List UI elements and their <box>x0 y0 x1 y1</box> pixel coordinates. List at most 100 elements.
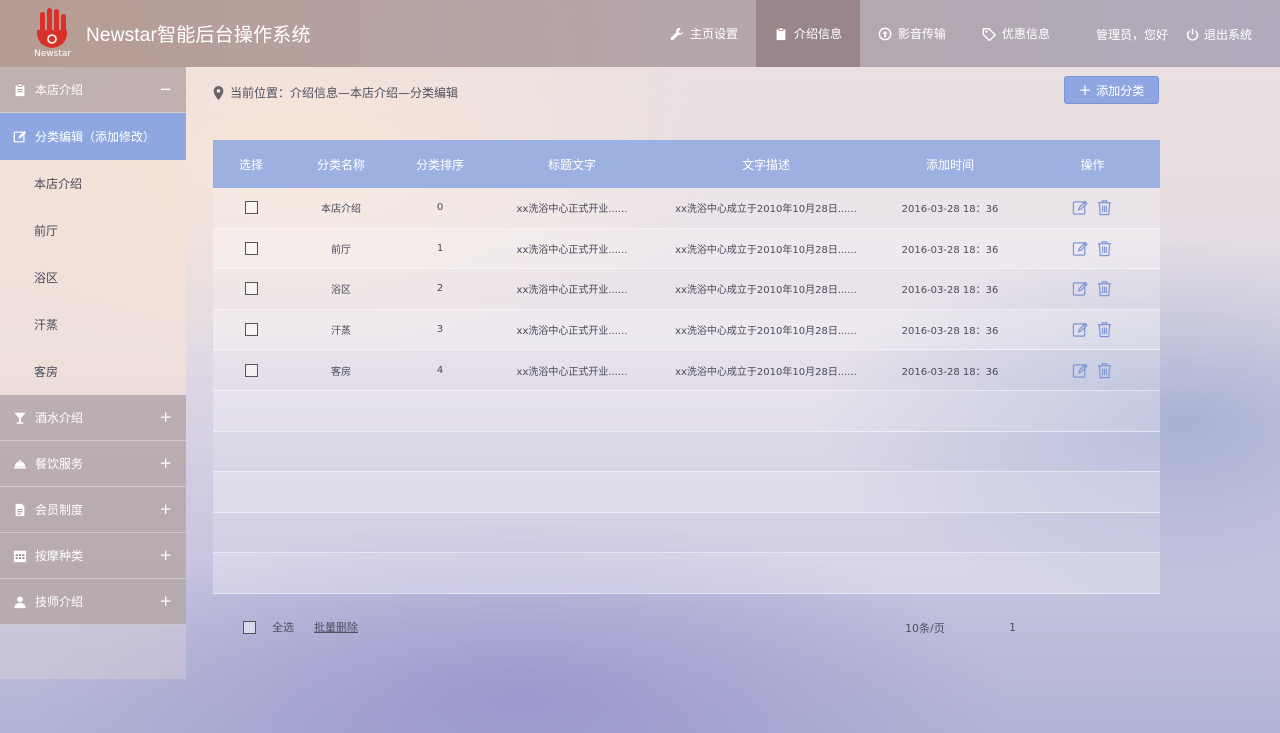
tag-icon <box>982 27 997 41</box>
column-header: 添加时间 <box>925 157 974 172</box>
table-empty-rows <box>213 390 1160 594</box>
trash-icon[interactable] <box>1096 240 1113 257</box>
row-checkbox[interactable] <box>244 241 258 255</box>
sidebar: 本店介绍 − 分类编辑（添加修改） 本店介绍 前厅 浴区 汗蒸 客房 酒水介绍 … <box>0 67 186 679</box>
created-time: 2016-03-28 18：36 <box>901 285 999 297</box>
sidebar-group-label: 会员制度 <box>35 503 84 517</box>
add-category-button[interactable]: + 添加分类 <box>1064 76 1159 104</box>
sidebar-item-bath-area[interactable]: 浴区 <box>0 254 186 301</box>
empty-row <box>213 512 1160 554</box>
category-order: 4 <box>436 364 444 376</box>
page-number[interactable]: 1 <box>1009 621 1016 634</box>
logo-text: Newstar <box>34 49 72 59</box>
category-name: 前厅 <box>331 244 351 256</box>
column-header: 分类名称 <box>316 157 365 172</box>
add-category-label: 添加分类 <box>1096 83 1145 98</box>
sidebar-item-label: 汗蒸 <box>34 318 59 332</box>
category-desc: xx洗浴中心成立于2010年10月28日...... <box>675 285 857 297</box>
category-table: 选择 分类名称 分类排序 标题文字 文字描述 添加时间 操作 本店介绍 0 xx… <box>213 140 1160 594</box>
edit-icon[interactable] <box>1072 280 1089 297</box>
category-order: 3 <box>436 324 444 336</box>
category-title: xx洗浴中心正式开业...... <box>516 285 628 297</box>
wrench-icon <box>670 27 684 40</box>
table-row: 汗蒸 3 xx洗浴中心正式开业...... xx洗浴中心成立于2010年10月2… <box>213 309 1160 351</box>
batch-delete-link[interactable]: 批量删除 <box>314 619 358 635</box>
category-title: xx洗浴中心正式开业...... <box>516 244 628 256</box>
sidebar-group-store-intro[interactable]: 本店介绍 − <box>0 67 186 113</box>
column-header: 分类排序 <box>415 157 464 172</box>
nav-item-intro-info[interactable]: 介绍信息 <box>756 0 861 67</box>
row-checkbox[interactable] <box>244 201 258 215</box>
row-actions <box>1025 199 1160 216</box>
expand-toggle[interactable]: + <box>159 409 172 425</box>
column-header: 文字描述 <box>741 157 790 172</box>
nav-item-home-settings[interactable]: 主页设置 <box>652 0 756 67</box>
expand-toggle[interactable]: + <box>159 501 172 517</box>
trash-icon[interactable] <box>1096 321 1113 338</box>
user-greeting: 管理员，您好 <box>1096 28 1169 42</box>
select-all-label[interactable]: 全选 <box>272 619 294 635</box>
sidebar-group-massage[interactable]: 按摩种类 + <box>0 533 186 579</box>
clipboard-icon <box>776 27 786 40</box>
row-actions <box>1025 280 1160 297</box>
trash-icon[interactable] <box>1096 199 1113 216</box>
sidebar-item-label: 本店介绍 <box>34 177 83 191</box>
trash-icon[interactable] <box>1096 280 1113 297</box>
sidebar-group-membership[interactable]: 会员制度 + <box>0 487 186 533</box>
sidebar-group-label: 酒水介绍 <box>35 411 84 425</box>
table-row: 前厅 1 xx洗浴中心正式开业...... xx洗浴中心成立于2010年10月2… <box>213 228 1160 270</box>
expand-toggle[interactable]: + <box>159 547 172 563</box>
row-checkbox[interactable] <box>244 363 258 377</box>
row-actions <box>1025 240 1160 257</box>
column-header: 标题文字 <box>547 157 596 172</box>
row-checkbox[interactable] <box>244 323 258 337</box>
calendar-icon <box>13 550 27 562</box>
sidebar-item-rooms[interactable]: 客房 <box>0 348 186 395</box>
per-page-selector[interactable]: 10条/页 <box>905 620 945 636</box>
created-time: 2016-03-28 18：36 <box>901 244 999 256</box>
row-checkbox[interactable] <box>244 282 258 296</box>
expand-toggle[interactable]: + <box>159 593 172 609</box>
category-title: xx洗浴中心正式开业...... <box>516 204 628 216</box>
empty-row <box>213 553 1160 594</box>
empty-row <box>213 472 1160 513</box>
sidebar-group-technicians[interactable]: 技师介绍 + <box>0 579 186 625</box>
category-title: xx洗浴中心正式开业...... <box>516 326 628 338</box>
table-row: 浴区 2 xx洗浴中心正式开业...... xx洗浴中心成立于2010年10月2… <box>213 269 1160 310</box>
expand-toggle[interactable]: + <box>159 455 172 471</box>
table-footer: 全选 批量删除 10条/页 1 <box>243 619 1043 635</box>
sidebar-item-label: 前厅 <box>34 224 59 238</box>
category-order: 2 <box>436 283 444 295</box>
empty-row <box>213 390 1160 432</box>
sidebar-group-drinks[interactable]: 酒水介绍 + <box>0 395 186 441</box>
table-row: 客房 4 xx洗浴中心正式开业...... xx洗浴中心成立于2010年10月2… <box>213 350 1160 391</box>
nav-item-media[interactable]: 影音传输 <box>860 0 964 67</box>
table-row: 本店介绍 0 xx洗浴中心正式开业...... xx洗浴中心成立于2010年10… <box>213 188 1160 229</box>
sidebar-item-category-edit[interactable]: 分类编辑（添加修改） <box>0 113 186 160</box>
edit-icon <box>13 130 27 142</box>
sidebar-item-lobby[interactable]: 前厅 <box>0 207 186 254</box>
sidebar-item-sauna[interactable]: 汗蒸 <box>0 301 186 348</box>
top-nav: 主页设置 介绍信息 影音传输 优惠信息 <box>652 0 1068 67</box>
edit-icon[interactable] <box>1072 321 1089 338</box>
edit-icon[interactable] <box>1072 240 1089 257</box>
category-desc: xx洗浴中心成立于2010年10月28日...... <box>675 204 857 216</box>
sidebar-group-label: 技师介绍 <box>35 595 84 609</box>
sidebar-item-store-intro[interactable]: 本店介绍 <box>0 160 186 207</box>
category-name: 汗蒸 <box>331 326 351 338</box>
upload-icon <box>878 27 892 40</box>
logout-label: 退出系统 <box>1204 28 1253 42</box>
row-actions <box>1025 362 1160 379</box>
trash-icon[interactable] <box>1096 362 1113 379</box>
category-order: 1 <box>436 242 444 254</box>
nav-item-promotions[interactable]: 优惠信息 <box>964 0 1068 67</box>
category-name: 客房 <box>331 366 351 378</box>
top-header: Newstar Newstar智能后台操作系统 主页设置 介绍信息 影音传输 优… <box>0 0 1280 67</box>
edit-icon[interactable] <box>1072 362 1089 379</box>
category-order: 0 <box>436 202 444 214</box>
sidebar-group-dining[interactable]: 餐饮服务 + <box>0 441 186 487</box>
edit-icon[interactable] <box>1072 199 1089 216</box>
collapse-toggle[interactable]: − <box>159 81 172 97</box>
logout-button[interactable]: 退出系统 <box>1186 26 1252 43</box>
select-all-checkbox[interactable] <box>243 620 256 634</box>
